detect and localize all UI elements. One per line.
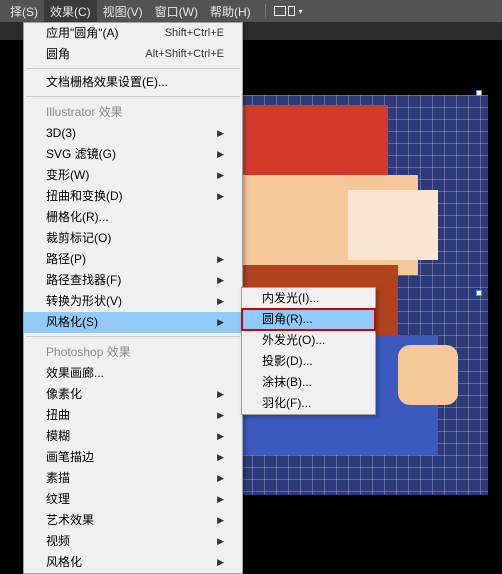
submenu-arrow-icon: ▶: [217, 168, 224, 183]
menubar: 择(S) 效果(C) 视图(V) 窗口(W) 帮助(H) ▾: [0, 0, 502, 22]
menu-item-label: 圆角: [46, 47, 70, 62]
menubar-separator: [265, 4, 266, 18]
stylize-submenu: 内发光(I)... 圆角(R)... 外发光(O)... 投影(D)... 涂抹…: [241, 287, 376, 415]
submenu-feather[interactable]: 羽化(F)...: [242, 393, 375, 414]
menu-item-label: 视频: [46, 534, 70, 549]
submenu-arrow-icon: ▶: [217, 429, 224, 444]
menu-effect-gallery[interactable]: 效果画廊...: [24, 363, 242, 384]
menu-item-label: 扭曲: [46, 408, 70, 423]
menu-item-label: 投影(D)...: [262, 354, 313, 369]
submenu-arrow-icon: ▶: [217, 555, 224, 570]
menu-separator: [26, 68, 240, 69]
menu-item-label: 栅格化(R)...: [46, 210, 109, 225]
menu-crop-marks[interactable]: 裁剪标记(O): [24, 228, 242, 249]
menu-item-label: 文档栅格效果设置(E)...: [46, 75, 168, 90]
selection-handle[interactable]: [476, 90, 482, 96]
menu-item-label: 像素化: [46, 387, 82, 402]
menu-item-label: 3D(3): [46, 126, 76, 141]
submenu-arrow-icon: ▶: [217, 273, 224, 288]
menu-item-label: 外发光(O)...: [262, 333, 325, 348]
submenu-outer-glow[interactable]: 外发光(O)...: [242, 330, 375, 351]
effects-dropdown: 应用"圆角"(A) Shift+Ctrl+E 圆角 Alt+Shift+Ctrl…: [23, 22, 243, 574]
menu-rasterize[interactable]: 栅格化(R)...: [24, 207, 242, 228]
menu-window[interactable]: 窗口(W): [149, 0, 204, 23]
menu-sketch[interactable]: 素描 ▶: [24, 468, 242, 489]
menu-item-label: 应用"圆角"(A): [46, 26, 119, 41]
submenu-arrow-icon: ▶: [217, 534, 224, 549]
menu-stylize[interactable]: 风格化(S) ▶: [24, 312, 242, 333]
menu-stylize-ps[interactable]: 风格化 ▶: [24, 552, 242, 573]
menu-item-label: 内发光(I)...: [262, 291, 319, 306]
menu-separator: [26, 336, 240, 337]
submenu-arrow-icon: ▶: [217, 189, 224, 204]
menu-item-label: 素描: [46, 471, 70, 486]
menu-3d[interactable]: 3D(3) ▶: [24, 123, 242, 144]
menu-svg-filters[interactable]: SVG 滤镜(G) ▶: [24, 144, 242, 165]
menu-brush-strokes[interactable]: 画笔描边 ▶: [24, 447, 242, 468]
submenu-drop-shadow[interactable]: 投影(D)...: [242, 351, 375, 372]
menu-item-label: 风格化: [46, 555, 82, 570]
menu-item-label: 裁剪标记(O): [46, 231, 111, 246]
menu-help[interactable]: 帮助(H): [204, 0, 257, 23]
menu-item-label: 扭曲和变换(D): [46, 189, 123, 204]
submenu-arrow-icon: ▶: [217, 252, 224, 267]
menu-item-label: 艺术效果: [46, 513, 94, 528]
selection-handle[interactable]: [476, 290, 482, 296]
menu-item-label: 变形(W): [46, 168, 89, 183]
menu-item-label: 路径(P): [46, 252, 86, 267]
submenu-round-corners[interactable]: 圆角(R)...: [242, 309, 375, 330]
submenu-arrow-icon: ▶: [217, 471, 224, 486]
menu-path[interactable]: 路径(P) ▶: [24, 249, 242, 270]
submenu-arrow-icon: ▶: [217, 147, 224, 162]
menu-warp[interactable]: 变形(W) ▶: [24, 165, 242, 186]
layout-picker[interactable]: ▾: [274, 6, 303, 16]
menu-effects[interactable]: 效果(C): [44, 0, 97, 23]
submenu-arrow-icon: ▶: [217, 126, 224, 141]
submenu-scribble[interactable]: 涂抹(B)...: [242, 372, 375, 393]
menu-item-label: 涂抹(B)...: [262, 375, 312, 390]
menu-item-label: 圆角(R)...: [262, 312, 313, 327]
menu-artistic[interactable]: 艺术效果 ▶: [24, 510, 242, 531]
menu-item-label: 转换为形状(V): [46, 294, 122, 309]
menu-item-label: 效果画廊...: [46, 366, 104, 381]
menu-item-label: 路径查找器(F): [46, 273, 121, 288]
layout-icon: [274, 6, 286, 16]
menu-video[interactable]: 视频 ▶: [24, 531, 242, 552]
menu-shortcut: Shift+Ctrl+E: [165, 26, 224, 41]
menu-convert-to-shape[interactable]: 转换为形状(V) ▶: [24, 291, 242, 312]
menu-doc-raster-settings[interactable]: 文档栅格效果设置(E)...: [24, 72, 242, 93]
menu-item-label: 羽化(F)...: [262, 396, 311, 411]
menu-section-photoshop: Photoshop 效果: [24, 340, 242, 363]
menu-distort-transform[interactable]: 扭曲和变换(D) ▶: [24, 186, 242, 207]
menu-apply-last[interactable]: 应用"圆角"(A) Shift+Ctrl+E: [24, 23, 242, 44]
menu-item-label: 风格化(S): [46, 315, 98, 330]
layout-icon: [288, 6, 295, 16]
menu-section-illustrator: Illustrator 效果: [24, 100, 242, 123]
menu-blur[interactable]: 模糊 ▶: [24, 426, 242, 447]
menu-view[interactable]: 视图(V): [97, 0, 149, 23]
menu-round[interactable]: 圆角 Alt+Shift+Ctrl+E: [24, 44, 242, 65]
submenu-arrow-icon: ▶: [217, 315, 224, 330]
menu-pixelate[interactable]: 像素化 ▶: [24, 384, 242, 405]
menu-item-label: SVG 滤镜(G): [46, 147, 116, 162]
submenu-inner-glow[interactable]: 内发光(I)...: [242, 288, 375, 309]
chevron-down-icon: ▾: [299, 7, 303, 16]
submenu-arrow-icon: ▶: [217, 294, 224, 309]
submenu-arrow-icon: ▶: [217, 387, 224, 402]
menu-distort[interactable]: 扭曲 ▶: [24, 405, 242, 426]
submenu-arrow-icon: ▶: [217, 408, 224, 423]
submenu-arrow-icon: ▶: [217, 450, 224, 465]
menu-shortcut: Alt+Shift+Ctrl+E: [145, 47, 224, 62]
menu-pathfinder[interactable]: 路径查找器(F) ▶: [24, 270, 242, 291]
menu-select[interactable]: 择(S): [4, 0, 44, 23]
menu-separator: [26, 96, 240, 97]
submenu-arrow-icon: ▶: [217, 513, 224, 528]
menu-item-label: 模糊: [46, 429, 70, 444]
menu-item-label: 画笔描边: [46, 450, 94, 465]
